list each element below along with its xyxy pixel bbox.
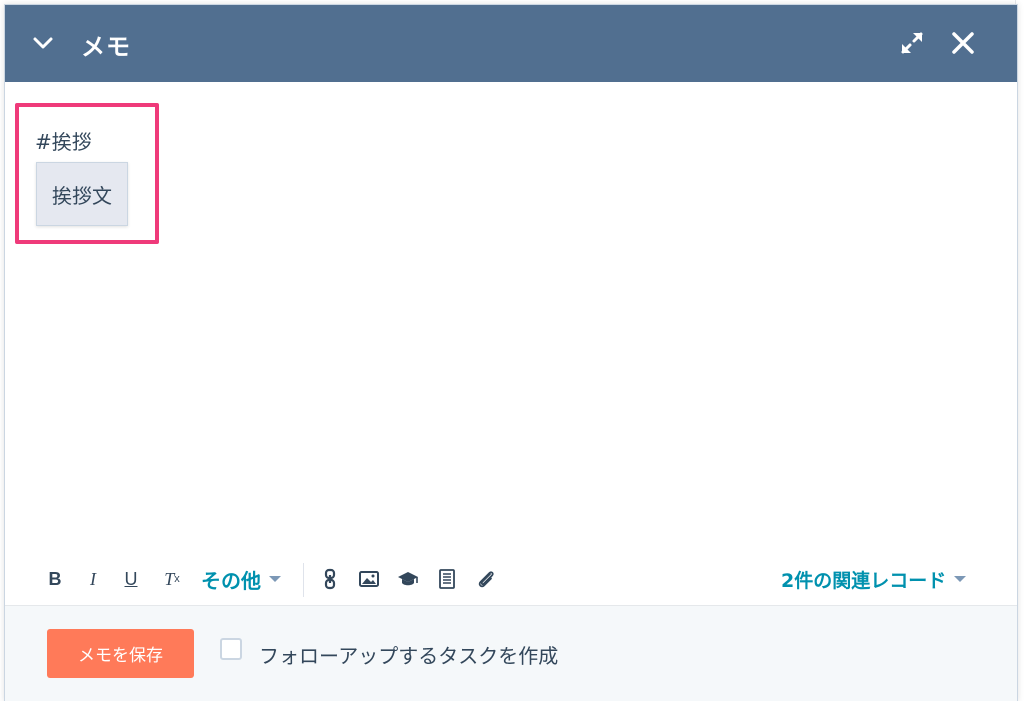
close-button[interactable] [947, 27, 979, 59]
paperclip-icon [478, 571, 494, 588]
insert-knowledge-button[interactable] [397, 568, 419, 590]
related-records-dropdown[interactable]: 2件の関連レコード [781, 565, 967, 593]
related-records-label: 2件の関連レコード [781, 569, 947, 592]
caret-down-icon [269, 576, 281, 582]
graduation-cap-icon [398, 572, 418, 586]
insert-image-button[interactable] [358, 568, 380, 590]
clear-format-button[interactable]: Tx [161, 567, 183, 591]
more-label: その他 [201, 568, 261, 593]
toolbar-divider [303, 563, 304, 597]
modal-header: メモ [5, 5, 1017, 82]
expand-button[interactable] [898, 29, 926, 57]
note-modal: メモ #挨拶 挨拶文 B I U T x その他 2件の関連レコード メモを保存… [4, 4, 1018, 701]
followup-task-checkbox[interactable] [220, 638, 242, 660]
modal-footer: メモを保存 フォローアップするタスクを作成 [5, 605, 1017, 701]
image-icon [359, 571, 379, 587]
clear-format-label: T [164, 568, 175, 589]
italic-button[interactable]: I [83, 567, 103, 591]
close-icon [952, 32, 974, 54]
editor-text: #挨拶 [35, 130, 92, 154]
underline-button[interactable]: U [121, 567, 141, 591]
caret-down-icon [954, 576, 967, 582]
link-icon [324, 568, 336, 590]
modal-title: メモ [81, 33, 131, 61]
more-dropdown[interactable]: その他 [201, 565, 281, 593]
chevron-down-icon [33, 37, 53, 49]
attach-file-button[interactable] [475, 568, 497, 590]
insert-link-button[interactable] [319, 568, 341, 590]
collapse-button[interactable] [29, 29, 57, 57]
document-icon [439, 569, 455, 589]
clear-format-sub: x [174, 573, 180, 585]
screen: メモ #挨拶 挨拶文 B I U T x その他 2件の関連レコード メモを保存… [0, 0, 1024, 701]
note-editor[interactable]: #挨拶 挨拶文 [5, 82, 1017, 552]
bold-button[interactable]: B [45, 567, 65, 591]
formatting-toolbar: B I U Tx その他 2件の関連レコード [5, 557, 1017, 603]
followup-task-label: フォローアップするタスクを作成 [259, 644, 559, 668]
save-note-button[interactable]: メモを保存 [47, 629, 194, 678]
insert-snippet-button[interactable] [436, 568, 458, 590]
snippet-suggestion[interactable]: 挨拶文 [36, 162, 128, 226]
expand-icon [901, 32, 923, 54]
